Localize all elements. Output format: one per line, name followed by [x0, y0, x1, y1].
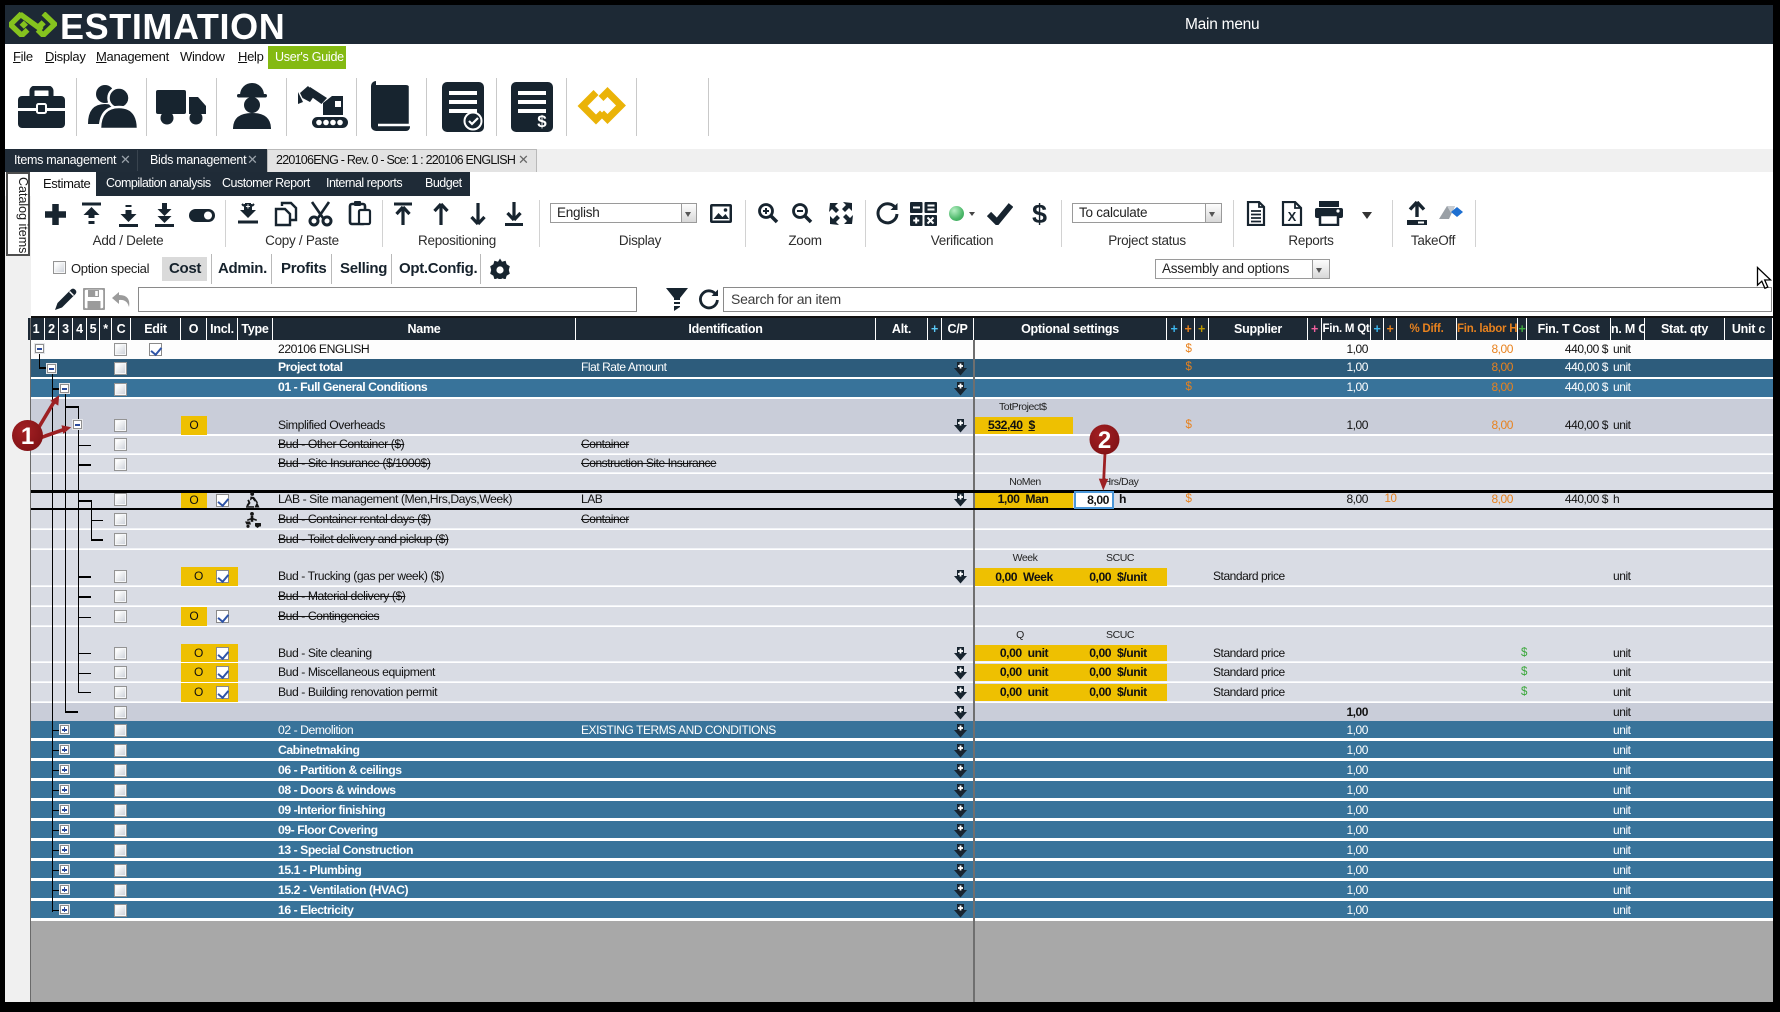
svg-text:+: + [246, 202, 251, 211]
svg-text:X: X [1288, 209, 1297, 224]
svg-text:$: $ [537, 112, 547, 131]
